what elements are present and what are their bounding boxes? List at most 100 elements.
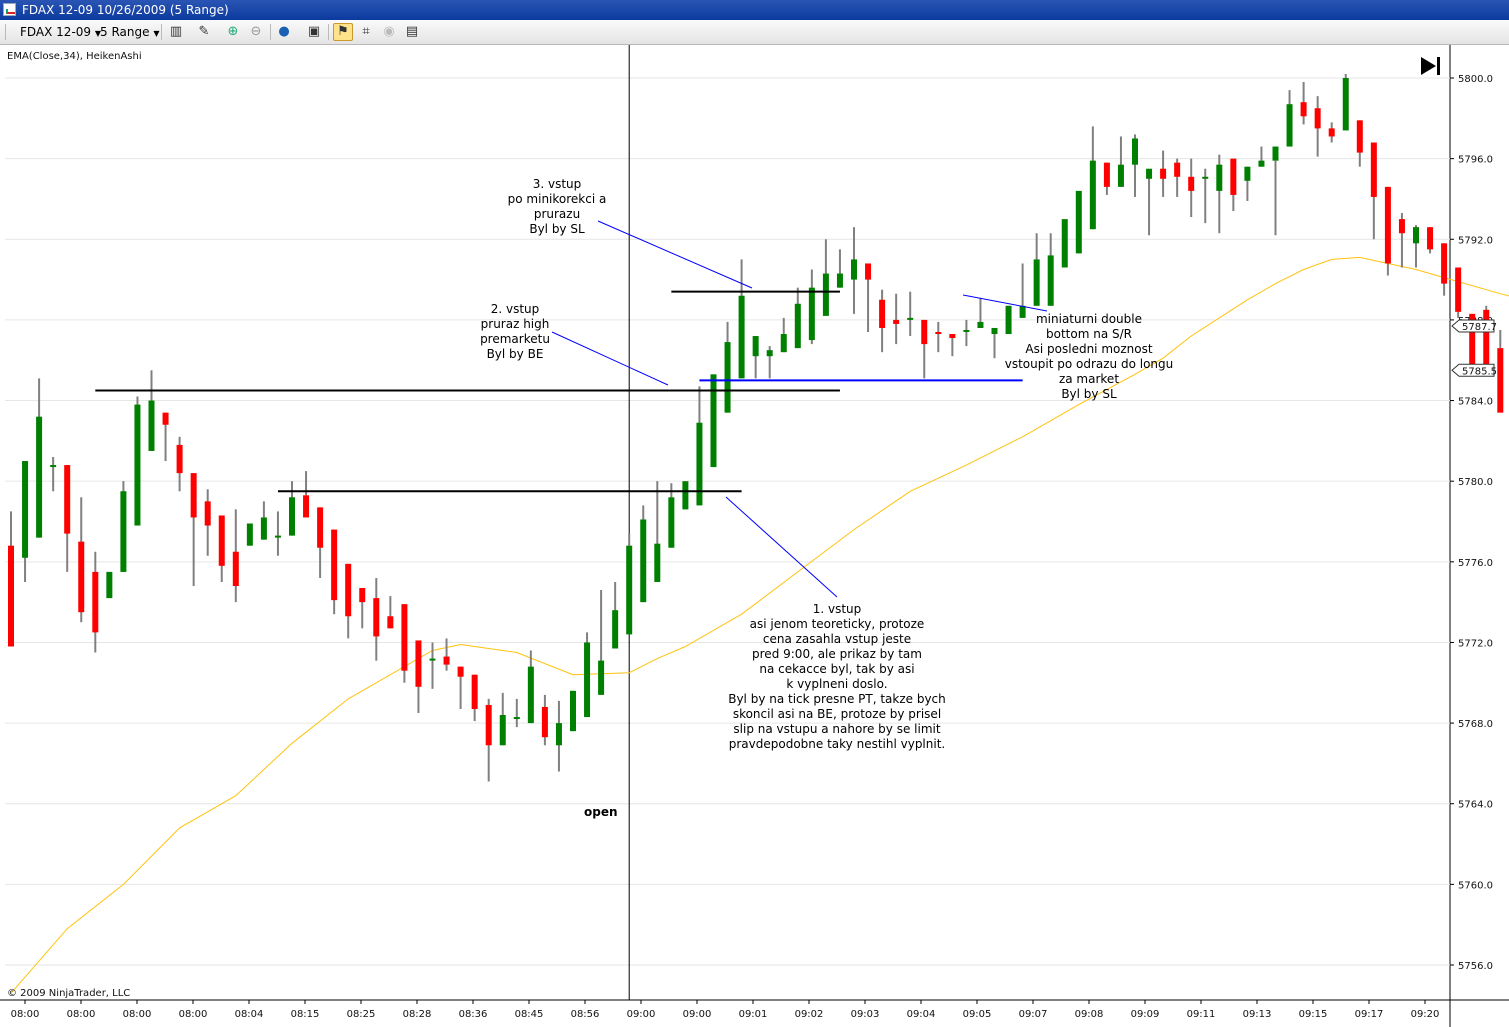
properties-icon[interactable]: ▣: [306, 24, 322, 40]
x-tick-label: 08:04: [235, 1009, 264, 1020]
indicators-icon[interactable]: ⌗: [358, 24, 374, 40]
candle-up: [1342, 78, 1349, 131]
x-tick-label: 08:25: [347, 1009, 376, 1020]
x-tick-label: 08:28: [403, 1009, 432, 1020]
candle-down: [387, 616, 394, 629]
candle-up: [682, 481, 689, 510]
x-tick-label: 09:13: [1243, 1009, 1272, 1020]
bar-type-icon[interactable]: ▥: [168, 24, 184, 40]
candle-up: [429, 658, 436, 661]
open-label: open: [584, 805, 618, 819]
period-selector[interactable]: 5 Range ▼: [100, 20, 159, 44]
candle-down: [317, 507, 324, 548]
candle-down: [949, 334, 956, 339]
candle-up: [710, 374, 717, 468]
x-tick-label: 09:07: [1019, 1009, 1048, 1020]
zoom-out-icon[interactable]: ⊖: [248, 24, 264, 40]
x-tick-label: 08:15: [291, 1009, 320, 1020]
entry-2-annotation: 2. vstup pruraz high premarketu Byl by B…: [480, 302, 550, 361]
candle-up: [612, 610, 619, 649]
candle-up: [836, 273, 843, 288]
candle-down: [1300, 102, 1307, 117]
candle-up: [626, 545, 633, 635]
x-tick-label: 08:00: [67, 1009, 96, 1020]
candle-up: [963, 329, 970, 332]
candle-up: [808, 287, 815, 341]
candle-down: [1230, 158, 1237, 195]
y-tick-label: 5772.0: [1458, 638, 1493, 649]
candle-up: [1033, 259, 1040, 306]
chart-trader-icon[interactable]: ◉: [381, 24, 397, 40]
candle-down: [893, 319, 900, 324]
candle-up: [766, 350, 773, 357]
y-tick-label: 5780.0: [1458, 477, 1493, 488]
x-tick-label: 09:00: [683, 1009, 712, 1020]
x-tick-label: 08:00: [179, 1009, 208, 1020]
candle-down: [345, 563, 352, 617]
candle-up: [246, 523, 253, 546]
candle-up: [289, 497, 295, 536]
candle-up: [1286, 104, 1293, 147]
candle-up: [640, 519, 647, 603]
drawing-tool-icon[interactable]: ✎: [196, 24, 212, 40]
x-tick-label: 09:08: [1075, 1009, 1104, 1020]
candle-up: [106, 571, 113, 599]
candle-down: [457, 666, 464, 677]
candle-down: [1356, 120, 1363, 153]
toolbar-separator: [328, 24, 329, 40]
scroll-to-end-icon[interactable]: [1419, 54, 1443, 78]
candle-up: [1047, 255, 1054, 306]
candle-down: [1328, 128, 1335, 137]
window-title: FDAX 12-09 10/26/2009 (5 Range): [22, 3, 229, 17]
candle-down: [331, 529, 338, 601]
candle-down: [1188, 176, 1195, 191]
instrument-selector[interactable]: FDAX 12-09 ▼: [20, 20, 101, 44]
globe-icon[interactable]: ●: [276, 24, 292, 40]
candle-down: [1441, 243, 1448, 284]
candle-up: [555, 723, 562, 746]
candle-down: [190, 473, 197, 518]
candle-down: [541, 706, 548, 738]
candle-down: [232, 551, 239, 587]
candle-down: [8, 545, 14, 647]
x-tick-label: 09:02: [795, 1009, 824, 1020]
chevron-down-icon: ▼: [153, 29, 160, 38]
strategies-icon[interactable]: ⚑: [333, 23, 353, 41]
x-tick-label: 08:00: [123, 1009, 152, 1020]
candle-up: [598, 660, 605, 695]
candle-up: [513, 717, 520, 720]
candle-up: [36, 416, 43, 538]
x-tick-label: 08:56: [571, 1009, 600, 1020]
y-tick-label: 5756.0: [1458, 961, 1493, 972]
candle-up: [752, 336, 759, 357]
y-tick-label: 5784.0: [1458, 397, 1493, 408]
candle-down: [1174, 162, 1181, 177]
zoom-in-icon[interactable]: ⊕: [225, 24, 241, 40]
entry-1-annotation: 1. vstup asi jenom teoreticky, protoze c…: [728, 602, 946, 751]
x-tick-label: 09:00: [627, 1009, 656, 1020]
candle-up: [260, 517, 267, 540]
y-tick-label: 5800.0: [1458, 74, 1493, 85]
candle-up: [654, 543, 661, 582]
candle-down: [162, 412, 169, 425]
candle-down: [373, 598, 380, 637]
candle-up: [724, 342, 731, 413]
candle-up: [1117, 164, 1124, 187]
candle-up: [134, 404, 141, 526]
price-chart[interactable]: 5756.0 5760.0 5764.0 5768.0 5772.0 5776.0 5780…: [0, 45, 1509, 1027]
candle-down: [92, 571, 99, 633]
double-bottom-annotation: miniaturni double bottom na S/R Asi posl…: [1004, 312, 1174, 401]
candle-up: [120, 491, 127, 572]
data-box-icon[interactable]: ▤: [404, 24, 420, 40]
x-tick-label: 08:00: [11, 1009, 40, 1020]
candle-down: [1384, 186, 1391, 264]
candle-down: [443, 656, 450, 665]
candle-up: [851, 259, 857, 280]
x-tick-label: 08:36: [459, 1009, 488, 1020]
candle-up: [1202, 176, 1209, 179]
y-tick-label: 5792.0: [1458, 235, 1493, 246]
toolbar-separator: [161, 24, 162, 40]
candle-down: [1103, 162, 1110, 187]
x-tick-label: 08:45: [515, 1009, 544, 1020]
candle-up: [1132, 138, 1138, 165]
